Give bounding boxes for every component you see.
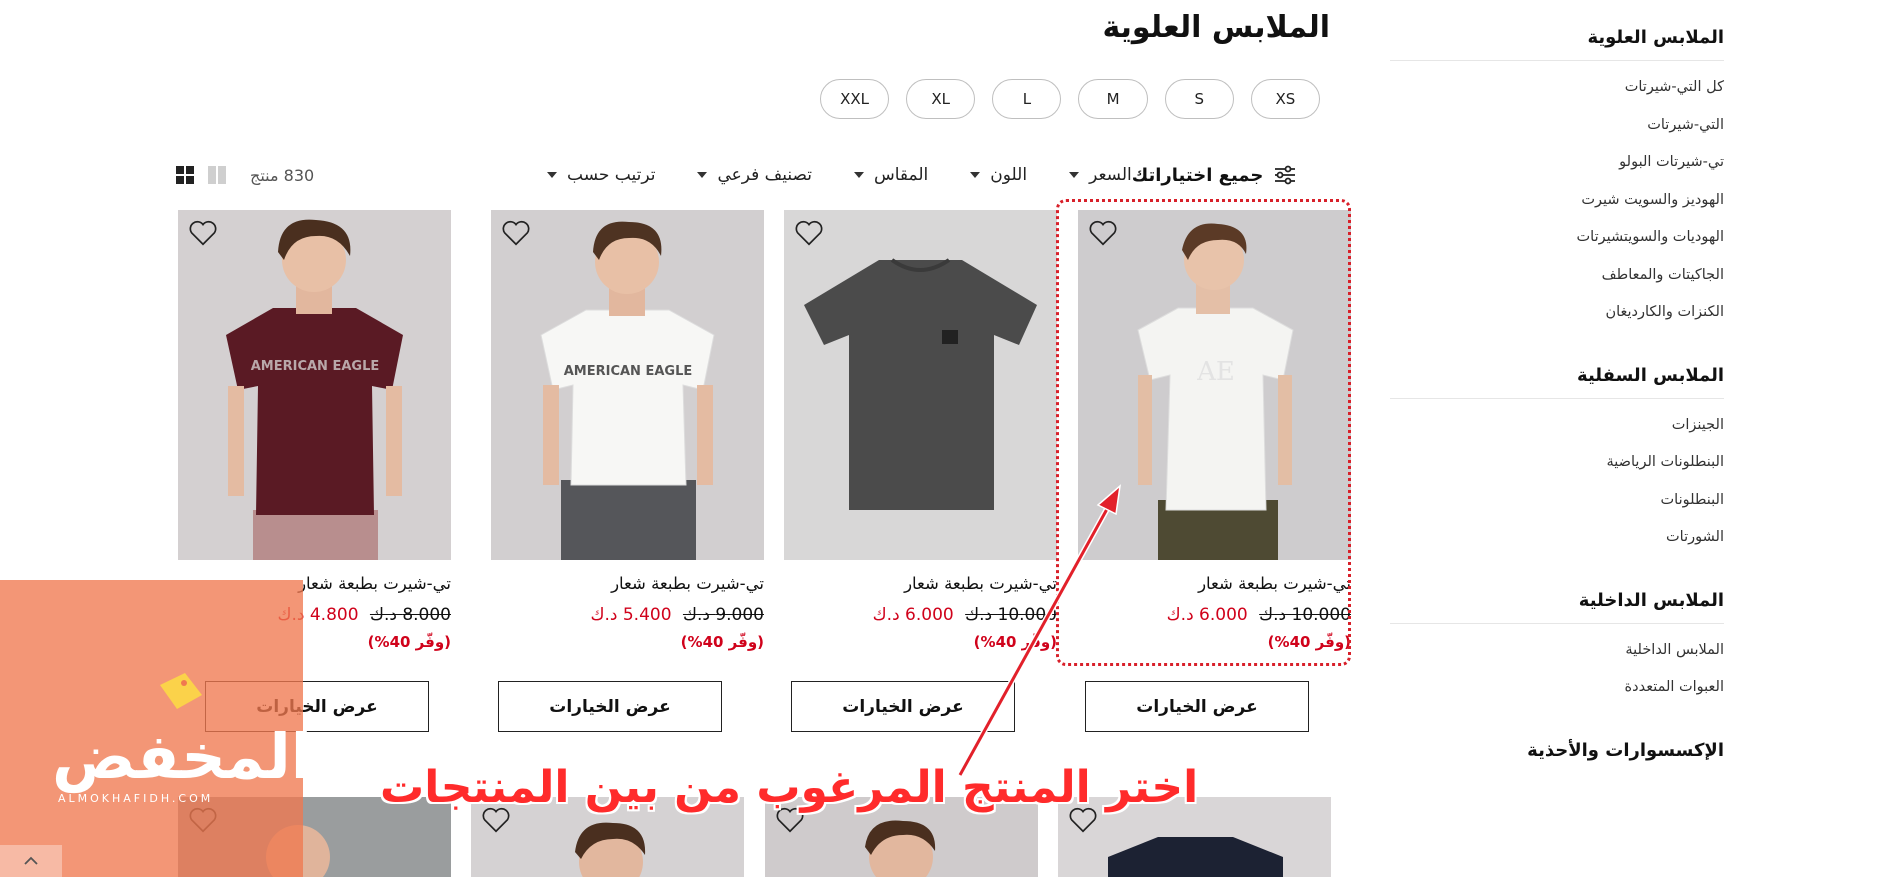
original-price: 9.000 د.ك bbox=[682, 605, 764, 625]
sliders-icon bbox=[1275, 165, 1296, 185]
color-label: اللون bbox=[990, 165, 1028, 185]
category-sidebar: الملابس العلوية كل التي-شيرتات التي-شيرت… bbox=[1390, 22, 1724, 801]
chevron-down-icon bbox=[970, 172, 981, 178]
product-photo: AMERICAN EAGLE bbox=[226, 219, 403, 560]
chevron-up-icon bbox=[24, 856, 38, 865]
product-name[interactable]: تي-شيرت بطبعة شعار bbox=[1078, 574, 1351, 593]
product-card[interactable]: تي-شيرت بطبعة شعار 10.000 د.ك 6.000 د.ك … bbox=[784, 210, 1057, 651]
sidebar-heading-bottoms[interactable]: الملابس السفلية bbox=[1390, 360, 1724, 399]
size-dropdown[interactable]: المقاس bbox=[854, 165, 928, 185]
scroll-to-top-button[interactable] bbox=[0, 845, 62, 877]
chevron-down-icon bbox=[1069, 172, 1080, 178]
price-dropdown[interactable]: السعر bbox=[1069, 165, 1132, 185]
size-pill-xs[interactable]: XS bbox=[1250, 79, 1320, 119]
discount-label: (وفّر 40%) bbox=[973, 633, 1057, 651]
sidebar-link-hoodies-sweatshirts[interactable]: الهوديز والسويت شيرت bbox=[1390, 182, 1724, 220]
sidebar-link-underwear[interactable]: الملابس الداخلية bbox=[1390, 632, 1724, 670]
watermark-subtitle: ALMOKHAFIDH.COM bbox=[58, 792, 214, 805]
sidebar-group-accessories: الإكسسوارات والأحذية bbox=[1390, 735, 1724, 773]
product-image[interactable]: AMERICAN EAGLE bbox=[491, 210, 764, 560]
product-image[interactable] bbox=[784, 210, 1057, 560]
sidebar-link-hoodies[interactable]: الهوديات والسويتشيرتات bbox=[1390, 219, 1725, 257]
sidebar-link-jeans[interactable]: الجينزات bbox=[1390, 407, 1724, 445]
filter-bar: ترتيب حسب تصنيف فرعي المقاس اللون السعر … bbox=[505, 160, 1325, 190]
product-card[interactable]: AE تي-شيرت بطبعة شعار 10.000 د.ك 6.000 د… bbox=[1078, 210, 1351, 651]
chevron-down-icon bbox=[547, 172, 557, 178]
view-options-button[interactable]: عرض الخيارات bbox=[498, 681, 722, 732]
shirt-print: AMERICAN EAGLE bbox=[564, 364, 693, 379]
large-view-icon[interactable] bbox=[208, 166, 226, 184]
size-pill-m[interactable]: M bbox=[1078, 79, 1148, 119]
sidebar-group-underwear: الملابس الداخلية الملابس الداخلية العبوا… bbox=[1390, 585, 1724, 707]
sidebar-link-multipacks[interactable]: العبوات المتعددة bbox=[1390, 669, 1724, 707]
size-pill-l[interactable]: L bbox=[992, 79, 1062, 119]
all-filters-label: جميع اختياراتك bbox=[1131, 164, 1264, 186]
product-photo bbox=[804, 258, 1037, 510]
discount-label: (وفّر 40%) bbox=[1267, 633, 1351, 651]
sale-price: 5.400 د.ك bbox=[590, 605, 672, 625]
sidebar-group-tops: الملابس العلوية كل التي-شيرتات التي-شيرت… bbox=[1390, 22, 1724, 332]
subcategory-label: تصنيف فرعي bbox=[717, 165, 812, 185]
price-row: 10.000 د.ك 6.000 د.ك bbox=[1078, 605, 1351, 625]
size-pill-xl[interactable]: XL bbox=[906, 79, 976, 119]
color-dropdown[interactable]: اللون bbox=[970, 165, 1027, 185]
shirt-print: AMERICAN EAGLE bbox=[251, 359, 380, 374]
shirt-print: AE bbox=[1196, 357, 1235, 387]
sidebar-link-pants[interactable]: البنطلونات bbox=[1390, 482, 1725, 520]
product-photo: AMERICAN EAGLE bbox=[540, 221, 715, 560]
original-price: 10.000 د.ك bbox=[1259, 605, 1351, 625]
sidebar-link-tshirts[interactable]: التي-شيرتات bbox=[1390, 107, 1724, 145]
view-toolbar: 830 منتج bbox=[176, 162, 314, 188]
price-row: 10.000 د.ك 6.000 د.ك bbox=[784, 605, 1057, 625]
product-photo: AE bbox=[1137, 223, 1294, 560]
instruction-callout: اختر المنتج المرغوب من بين المنتجات bbox=[380, 762, 1199, 813]
sort-label: ترتيب حسب bbox=[567, 165, 656, 185]
sort-dropdown[interactable]: ترتيب حسب bbox=[547, 165, 655, 185]
product-count: 830 منتج bbox=[250, 165, 315, 185]
subcategory-dropdown[interactable]: تصنيف فرعي bbox=[697, 165, 812, 185]
view-options-button[interactable]: عرض الخيارات bbox=[1085, 681, 1309, 732]
sidebar-link-all-tshirts[interactable]: كل التي-شيرتات bbox=[1390, 69, 1724, 107]
sidebar-link-shorts[interactable]: الشورتات bbox=[1390, 519, 1724, 557]
chevron-down-icon bbox=[854, 172, 864, 178]
sidebar-heading-tops[interactable]: الملابس العلوية bbox=[1390, 22, 1724, 61]
size-filter-pills: XS S M L XL XXL bbox=[819, 79, 1320, 119]
sidebar-link-jackets[interactable]: الجاكيتات والمعاطف bbox=[1390, 257, 1724, 295]
sidebar-heading-accessories[interactable]: الإكسسوارات والأحذية bbox=[1390, 735, 1724, 773]
sidebar-heading-underwear[interactable]: الملابس الداخلية bbox=[1390, 585, 1724, 624]
sidebar-link-polo[interactable]: تي-شيرتات البولو bbox=[1390, 144, 1724, 182]
original-price: 8.000 د.ك bbox=[369, 605, 451, 625]
discount-label: (وفّر 40%) bbox=[680, 633, 764, 651]
grid-view-icon[interactable] bbox=[176, 166, 194, 184]
size-pill-s[interactable]: S bbox=[1164, 79, 1234, 119]
size-pill-xxl[interactable]: XXL bbox=[819, 79, 890, 119]
wishlist-heart-icon[interactable] bbox=[1088, 218, 1118, 248]
product-image[interactable]: AE bbox=[1078, 210, 1351, 560]
sale-price: 6.000 د.ك bbox=[872, 605, 954, 625]
product-card[interactable]: AMERICAN EAGLE تي-شيرت بطبعة شعار 9.000 … bbox=[491, 210, 764, 651]
product-name[interactable]: تي-شيرت بطبعة شعار bbox=[491, 574, 764, 593]
product-image[interactable]: AMERICAN EAGLE bbox=[178, 210, 451, 560]
price-label: السعر bbox=[1089, 165, 1132, 185]
size-label: المقاس bbox=[874, 165, 929, 185]
wishlist-heart-icon[interactable] bbox=[794, 218, 824, 248]
all-filters-button[interactable]: جميع اختياراتك bbox=[1132, 165, 1298, 186]
view-options-button[interactable]: عرض الخيارات bbox=[791, 681, 1015, 732]
tag-icon bbox=[160, 673, 202, 709]
sidebar-link-joggers[interactable]: البنطلونات الرياضية bbox=[1390, 444, 1724, 482]
wishlist-heart-icon[interactable] bbox=[188, 218, 218, 248]
watermark-overlay: المخفض ALMOKHAFIDH.COM bbox=[0, 580, 312, 877]
wishlist-heart-icon[interactable] bbox=[501, 218, 531, 248]
sale-price: 6.000 د.ك bbox=[1166, 605, 1248, 625]
page-title: الملابس العلوية bbox=[1102, 10, 1330, 45]
sidebar-group-bottoms: الملابس السفلية الجينزات البنطلونات الري… bbox=[1390, 360, 1724, 557]
sidebar-link-sweaters[interactable]: الكنزات والكارديغان bbox=[1390, 294, 1724, 332]
price-row: 9.000 د.ك 5.400 د.ك bbox=[491, 605, 764, 625]
chevron-down-icon bbox=[697, 172, 708, 178]
product-name[interactable]: تي-شيرت بطبعة شعار bbox=[784, 574, 1057, 593]
watermark-logo: المخفض bbox=[52, 720, 312, 793]
original-price: 10.000 د.ك bbox=[965, 605, 1057, 625]
